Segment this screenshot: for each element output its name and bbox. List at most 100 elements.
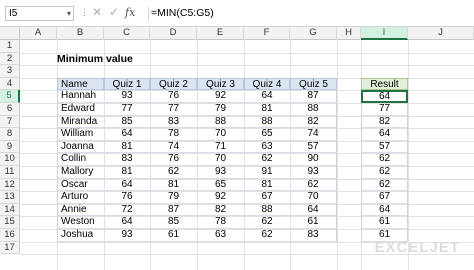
table-cell-score[interactable]: 87 <box>290 90 337 103</box>
table-header-name[interactable]: Name <box>57 77 104 91</box>
table-cell-score[interactable]: 82 <box>197 204 244 217</box>
table-cell-name[interactable]: Mallory <box>57 166 104 179</box>
column-header-d[interactable]: D <box>150 27 197 40</box>
chevron-down-icon[interactable]: ▾ <box>67 7 71 20</box>
table-cell-score[interactable]: 87 <box>150 204 197 217</box>
result-cell[interactable]: 57 <box>361 140 408 154</box>
table-cell-name[interactable]: Miranda <box>57 115 104 129</box>
table-header-quiz-3[interactable]: Quiz 3 <box>197 77 244 91</box>
table-cell-score[interactable]: 74 <box>150 141 197 154</box>
table-cell-score[interactable]: 88 <box>197 116 244 129</box>
table-cell-score[interactable]: 62 <box>244 153 290 166</box>
result-cell[interactable]: 77 <box>361 103 408 116</box>
table-header-quiz-4[interactable]: Quiz 4 <box>244 77 290 91</box>
table-cell-score[interactable]: 72 <box>104 204 150 217</box>
table-cell-score[interactable]: 76 <box>150 90 197 103</box>
table-cell-score[interactable]: 91 <box>244 166 290 179</box>
row-header-3[interactable]: 3 <box>0 65 20 78</box>
result-cell[interactable]: 64 <box>361 128 408 141</box>
result-cell[interactable]: 67 <box>361 191 408 204</box>
table-cell-name[interactable]: Hannah <box>57 90 104 103</box>
column-header-e[interactable]: E <box>197 27 244 40</box>
table-cell-score[interactable]: 63 <box>244 141 290 154</box>
result-header[interactable]: Result <box>361 77 408 91</box>
column-header-i[interactable]: I <box>361 27 408 40</box>
table-cell-score[interactable]: 62 <box>244 216 290 229</box>
row-header-10[interactable]: 10 <box>0 153 20 166</box>
column-header-h[interactable]: H <box>337 27 361 40</box>
table-cell-score[interactable]: 76 <box>150 153 197 166</box>
table-cell-score[interactable]: 64 <box>244 90 290 103</box>
table-header-quiz-2[interactable]: Quiz 2 <box>150 77 197 91</box>
table-cell-score[interactable]: 78 <box>197 216 244 229</box>
table-header-quiz-1[interactable]: Quiz 1 <box>104 77 150 91</box>
table-cell-score[interactable]: 88 <box>290 103 337 116</box>
table-cell-score[interactable]: 64 <box>104 179 150 192</box>
table-cell-name[interactable]: William <box>57 128 104 141</box>
table-cell-score[interactable]: 70 <box>290 191 337 204</box>
table-cell-score[interactable]: 81 <box>244 179 290 192</box>
row-header-2[interactable]: 2 <box>0 52 20 66</box>
table-cell-score[interactable]: 93 <box>290 166 337 179</box>
row-header-14[interactable]: 14 <box>0 203 20 217</box>
table-cell-name[interactable]: Joanna <box>57 140 104 154</box>
table-cell-score[interactable]: 77 <box>104 103 150 116</box>
check-icon[interactable]: ✓ <box>109 5 119 19</box>
result-cell[interactable]: 82 <box>361 115 408 129</box>
insert-function-icon[interactable]: fx <box>125 6 135 19</box>
table-cell-score[interactable]: 74 <box>290 128 337 141</box>
column-header-a[interactable]: A <box>20 27 57 40</box>
column-header-g[interactable]: G <box>290 27 337 40</box>
row-header-11[interactable]: 11 <box>0 166 20 179</box>
table-cell-score[interactable]: 88 <box>244 116 290 129</box>
table-cell-score[interactable]: 64 <box>104 216 150 229</box>
sheet-title[interactable]: Minimum value <box>57 53 197 66</box>
table-cell-score[interactable]: 88 <box>244 204 290 217</box>
result-cell[interactable]: 62 <box>361 178 408 192</box>
row-header-12[interactable]: 12 <box>0 178 20 192</box>
table-cell-score[interactable]: 93 <box>197 166 244 179</box>
table-cell-score[interactable]: 92 <box>197 191 244 204</box>
result-cell[interactable]: 62 <box>361 153 408 166</box>
more-options-icon[interactable]: ⋮ <box>80 7 89 18</box>
table-cell-score[interactable]: 65 <box>197 179 244 192</box>
table-cell-score[interactable]: 57 <box>290 140 337 154</box>
table-cell-name[interactable]: Edward <box>57 103 104 116</box>
table-cell-score[interactable]: 62 <box>150 166 197 179</box>
table-header-quiz-5[interactable]: Quiz 5 <box>290 77 337 91</box>
row-header-4[interactable]: 4 <box>0 77 20 91</box>
row-header-17[interactable]: 17 <box>0 241 20 255</box>
table-cell-score[interactable]: 81 <box>104 141 150 154</box>
table-cell-score[interactable]: 63 <box>197 229 244 242</box>
row-header-6[interactable]: 6 <box>0 103 20 116</box>
row-header-1[interactable]: 1 <box>0 40 20 53</box>
table-cell-score[interactable]: 62 <box>244 229 290 242</box>
row-header-5[interactable]: 5 <box>0 90 20 103</box>
table-cell-name[interactable]: Arturo <box>57 191 104 204</box>
table-cell-score[interactable]: 93 <box>104 229 150 242</box>
column-header-b[interactable]: B <box>57 27 104 40</box>
table-cell-score[interactable]: 81 <box>150 179 197 192</box>
table-cell-name[interactable]: Annie <box>57 203 104 217</box>
table-cell-score[interactable]: 92 <box>197 90 244 103</box>
table-cell-score[interactable]: 82 <box>290 115 337 129</box>
table-cell-score[interactable]: 83 <box>290 229 337 242</box>
table-cell-score[interactable]: 61 <box>290 216 337 229</box>
table-cell-score[interactable]: 70 <box>197 153 244 166</box>
result-cell[interactable]: 62 <box>361 166 408 179</box>
table-cell-score[interactable]: 64 <box>104 128 150 141</box>
table-cell-score[interactable]: 85 <box>150 216 197 229</box>
table-cell-name[interactable]: Oscar <box>57 178 104 192</box>
table-cell-name[interactable]: Weston <box>57 216 104 229</box>
column-header-j[interactable]: J <box>408 27 474 40</box>
table-cell-score[interactable]: 76 <box>104 191 150 204</box>
table-cell-score[interactable]: 79 <box>197 103 244 116</box>
worksheet-grid[interactable]: Minimum value Name Quiz 1 Quiz 2 Quiz 3 Quiz … <box>20 40 474 270</box>
table-cell-score[interactable]: 70 <box>197 128 244 141</box>
table-cell-score[interactable]: 65 <box>244 128 290 141</box>
row-header-13[interactable]: 13 <box>0 191 20 204</box>
table-cell-score[interactable]: 77 <box>150 103 197 116</box>
table-cell-name[interactable]: Joshua <box>57 229 104 242</box>
table-cell-score[interactable]: 81 <box>244 103 290 116</box>
select-all-corner[interactable] <box>0 27 20 40</box>
